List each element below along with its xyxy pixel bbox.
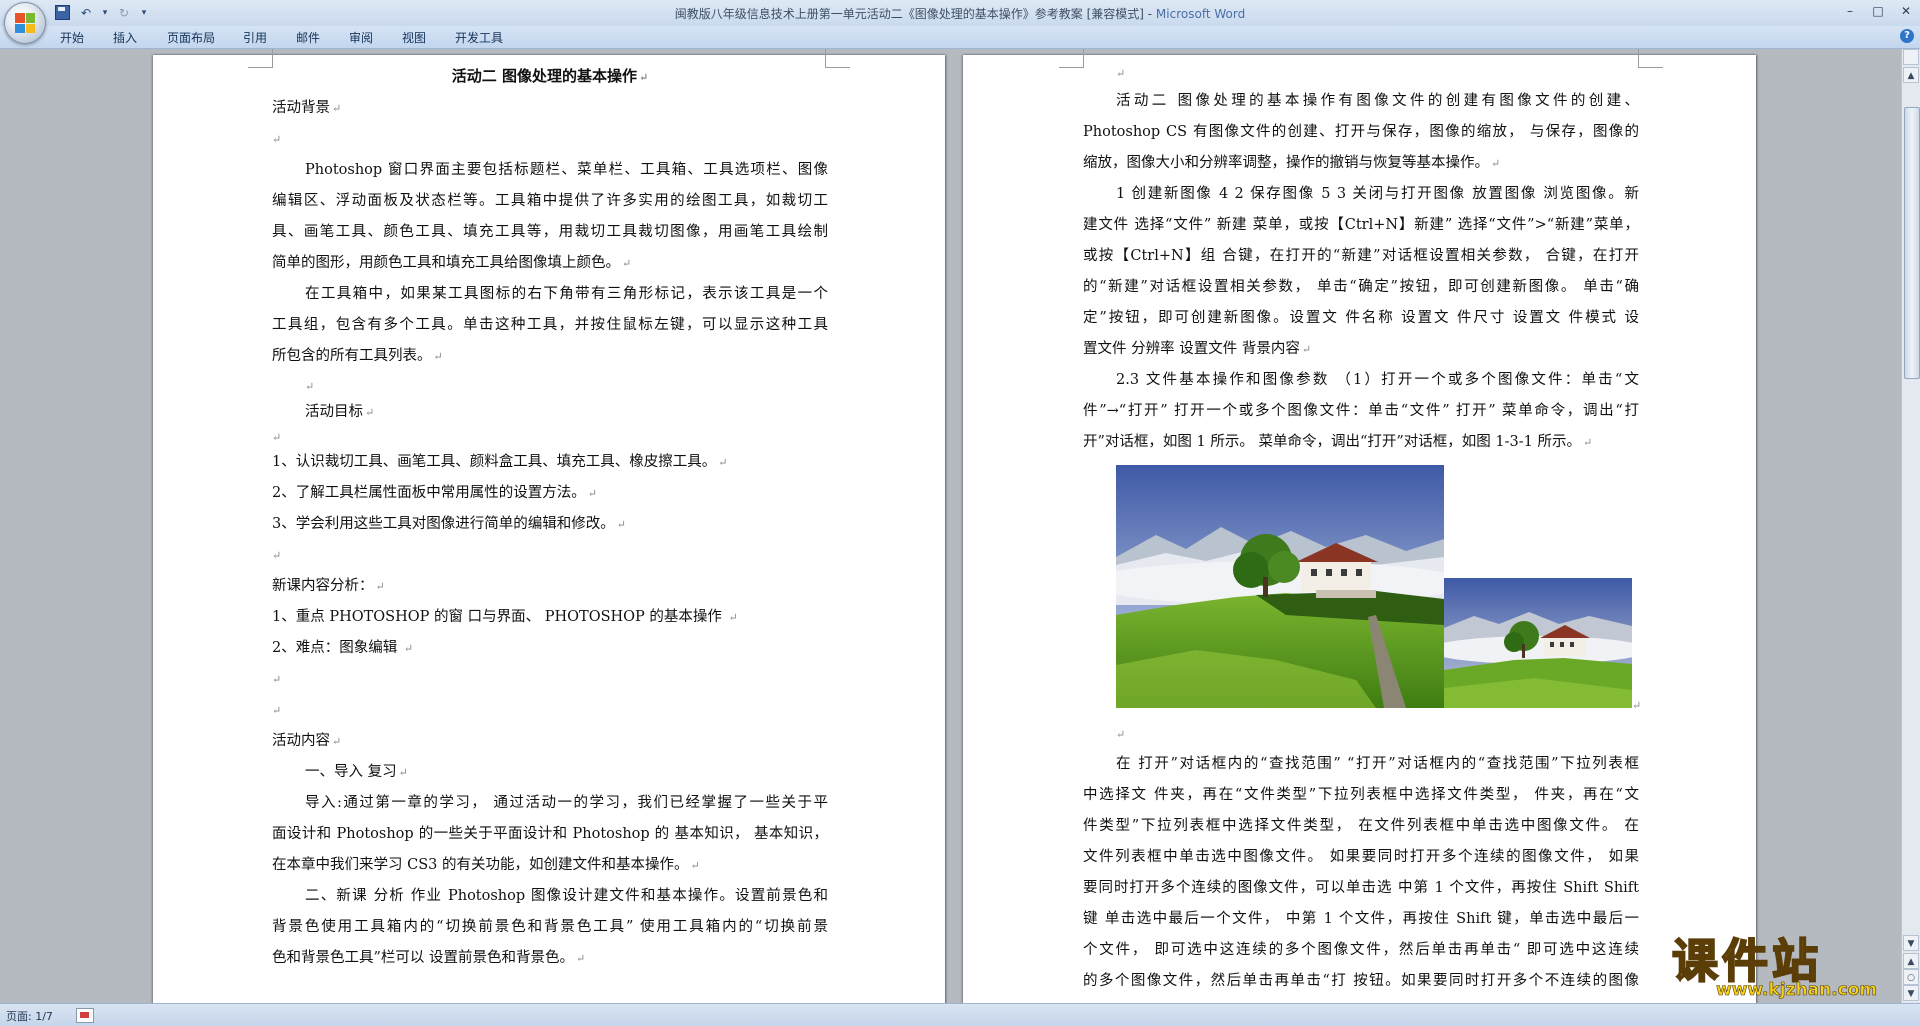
help-icon[interactable]: ? <box>1900 29 1914 43</box>
goal-item: 1、认识裁切工具、画笔工具、颜料盒工具、填充工具、橡皮擦工具。 ↵ <box>272 454 728 470</box>
text-line: 缩放，图像大小和分辨率调整，操作的撤销与恢复等基本操作。 ↵ <box>1083 155 1501 171</box>
text-line: Photoshop 窗口界面主要包括标题栏、菜单栏、工具箱、工具选项栏、图像 <box>305 162 828 178</box>
crop-mark <box>1059 49 1084 68</box>
tab-mailings[interactable]: 邮件 <box>296 29 320 46</box>
empty-paragraph: ↵ <box>1116 67 1126 80</box>
text-line: 或按【Ctrl+N】组 合键，在打开的“新建”对话框设置相关参数， 合键，在打开 <box>1083 248 1639 264</box>
select-browse-object-button[interactable]: ○ <box>1903 969 1919 985</box>
ribbon-tabs: 开始 插入 页面布局 引用 邮件 审阅 视图 开发工具 ? <box>0 26 1920 49</box>
crop-mark <box>248 49 273 68</box>
tab-review[interactable]: 审阅 <box>349 29 373 46</box>
text-line: 简单的图形，用颜色工具和填充工具给图像填上颜色。 ↵ <box>272 255 632 271</box>
heading-content: 活动内容 ↵ <box>272 733 342 749</box>
scroll-up-button[interactable]: ▲ <box>1903 67 1919 83</box>
text-line: 在 打开”对话框内的“查找范围” “打开”对话框内的“查找范围”下拉列表框 <box>1116 756 1639 772</box>
text-line: 定”按钮，即可创建新图像。设置文 件名称 设置文 件尺寸 设置文 件模式 设 <box>1083 310 1639 326</box>
document-heading: 活动二 图像处理的基本操作 ↵ <box>451 67 649 85</box>
empty-paragraph: ↵ <box>272 704 282 717</box>
text-line: 导入:通过第一章的学习， 通过活动一的学习，我们已经掌握了一些关于平 <box>305 795 828 811</box>
proofing-status-icon[interactable] <box>76 1008 94 1023</box>
tab-references[interactable]: 引用 <box>243 29 267 46</box>
tab-page-layout[interactable]: 页面布局 <box>167 29 215 46</box>
title-bar: ↶ ▾ ↻ ▾ 闽教版八年级信息技术上册第一单元活动二《图像处理的基本操作》参考… <box>0 0 1920 44</box>
empty-paragraph: ↵ <box>272 133 282 146</box>
section-heading: 一、导入 复习 ↵ <box>305 764 408 780</box>
empty-paragraph: ↵ <box>272 431 282 444</box>
text-line: 键 单击选中最后一个文件， 中第 1 个文件，再按住 Shift 键，单击选中最… <box>1083 911 1639 927</box>
window-controls: – □ ✕ <box>1836 0 1920 22</box>
tab-home[interactable]: 开始 <box>60 29 84 46</box>
minimize-button[interactable]: – <box>1836 0 1864 22</box>
text-line: 的多个图像文件，然后单击再单击“打 按钮。如果要同时打开多个不连续的图像 <box>1083 973 1639 989</box>
text-line: 在本章中我们来学习 CS3 的有关功能，如创建文件和基本操作。 ↵ <box>272 857 700 873</box>
office-button[interactable] <box>4 2 46 44</box>
text-line: 开”对话框，如图 1 所示。 菜单命令，调出“打开”对话框，如图 1-3-1 所… <box>1083 434 1593 450</box>
text-line: 的“新建”对话框设置相关参数， 单击“确定”按钮，即可创建新图像。 单击“确 <box>1083 279 1639 295</box>
text-line: 在工具箱中，如果某工具图标的右下角带有三角形标记，表示该工具是一个 <box>305 286 828 302</box>
empty-paragraph: ↵ <box>305 380 315 393</box>
close-button[interactable]: ✕ <box>1892 0 1920 22</box>
text-line: 背景色使用工具箱内的“切换前景色和背景色工具” 使用工具箱内的“切换前景 <box>272 919 828 935</box>
landscape-image-small[interactable] <box>1444 578 1632 708</box>
site-watermark-logo: 课件站 www.kjzhan.com <box>1671 925 1902 1003</box>
scroll-down-button[interactable]: ▼ <box>1903 935 1919 951</box>
text-line: 活动二 图像处理的基本操作有图像文件的创建有图像文件的创建、 <box>1116 93 1639 109</box>
text-line: 个文件， 即可选中这连续的多个图像文件，然后单击再单击“ 即可选中这连续 <box>1083 942 1639 958</box>
text-line: 二、新课 分析 作业 Photoshop 图像设计建文件和基本操作。设置前景色和 <box>305 888 828 904</box>
landscape-image-large[interactable] <box>1116 465 1444 708</box>
tab-developer[interactable]: 开发工具 <box>455 29 503 46</box>
text-line: 具、画笔工具、颜色工具、填充工具等，用裁切工具裁切图像，用画笔工具绘制 <box>272 224 828 240</box>
text-line: 工具组，包含有多个工具。单击这种工具，并按住鼠标左键，可以显示这种工具 <box>272 317 828 333</box>
goal-item: 2、了解工具栏属性面板中常用属性的设置方法。 ↵ <box>272 485 597 501</box>
text-line: 置文件 分辨率 设置文件 背景内容 ↵ <box>1083 341 1312 357</box>
text-line: 文件列表框中单击选中图像文件。 如果要同时打开多个连续的图像文件， 如果 <box>1083 849 1639 865</box>
goal-item: 3、学会利用这些工具对图像进行简单的编辑和修改。 ↵ <box>272 516 626 532</box>
document-page-2[interactable]: ↵ 活动二 图像处理的基本操作有图像文件的创建有图像文件的创建、 Photosh… <box>963 49 1756 1003</box>
text-line: 色和背景色工具”栏可以 设置前景色和背景色。 ↵ <box>272 950 586 966</box>
text-line: 面设计和 Photoshop 的一些关于平面设计和 Photoshop 的 基本… <box>272 826 828 842</box>
crop-mark <box>1638 49 1663 68</box>
status-bar: 页面: 1/7 <box>0 1003 1920 1026</box>
page-1-text: 活动二 图像处理的基本操作 ↵ 活动背景 ↵ ↵ Photoshop 窗口界面主要包… <box>272 61 828 974</box>
text-line: 所包含的所有工具列表。 ↵ <box>272 348 443 364</box>
maximize-button[interactable]: □ <box>1864 0 1892 22</box>
text-line: 要同时打开多个连续的图像文件，可以单击选 中第 1 个文件，再按住 Shift … <box>1083 880 1639 896</box>
ruler-toggle-icon[interactable] <box>1903 49 1919 65</box>
text-line: 2.3 文件基本操作和图像参数 （1）打开一个或多个图像文件：单击“文 <box>1116 372 1639 388</box>
heading-analysis: 新课内容分析： ↵ <box>272 578 385 594</box>
tab-insert[interactable]: 插入 <box>113 29 137 46</box>
text-line: 件类型”下拉列表框中选择文件类型， 在文件列表框中单击选中图像文件。 在 <box>1083 818 1639 834</box>
crop-mark <box>825 49 850 68</box>
document-page-1[interactable]: 活动二 图像处理的基本操作 ↵ 活动背景 ↵ ↵ Photoshop 窗口界面主要包… <box>153 49 945 1003</box>
document-workspace: 活动二 图像处理的基本操作 ↵ 活动背景 ↵ ↵ Photoshop 窗口界面主要包… <box>0 49 1902 1003</box>
analysis-item: 1、重点 PHOTOSHOP 的窗 口与界面、 PHOTOSHOP 的基本操作 … <box>272 609 738 625</box>
analysis-item: 2、难点：图象编辑 ↵ <box>272 640 414 656</box>
text-line: Photoshop CS 有图像文件的创建、打开与保存，图像的缩放， 与保存，图… <box>1083 124 1639 140</box>
empty-paragraph: ↵ <box>1116 728 1126 741</box>
next-page-button[interactable]: ▼ <box>1903 985 1919 1001</box>
vertical-scrollbar[interactable]: ▲ ▼ ▲ ○ ▼ <box>1901 49 1920 1003</box>
empty-paragraph: ↵ <box>272 673 282 686</box>
heading-background: 活动背景 ↵ <box>272 100 342 116</box>
page-2-text: ↵ 活动二 图像处理的基本操作有图像文件的创建有图像文件的创建、 Photosh… <box>1083 61 1642 997</box>
empty-paragraph: ↵ <box>272 549 282 562</box>
tab-view[interactable]: 视图 <box>402 29 426 46</box>
text-line: 件”→“打开” 打开一个或多个图像文件：单击“文件” 打开” 菜单命令，调出“打 <box>1083 403 1639 419</box>
text-line: 1 创建新图像 4 2 保存图像 5 3 关闭与打开图像 放置图像 浏览图像。新 <box>1116 186 1639 202</box>
heading-goal: 活动目标 ↵ <box>305 404 375 420</box>
app-name: Microsoft Word <box>1155 7 1246 21</box>
window-title: 闽教版八年级信息技术上册第一单元活动二《图像处理的基本操作》参考教案 [兼容模式… <box>0 5 1920 22</box>
text-line: 中选择文 件夹，再在“文件类型”下拉列表框中选择文件类型， 件夹，再在“文 <box>1083 787 1639 803</box>
text-line: 编辑区、浮动面板及状态栏等。工具箱中提供了许多实用的绘图工具，如裁切工 <box>272 193 828 209</box>
previous-page-button[interactable]: ▲ <box>1903 953 1919 969</box>
document-title: 闽教版八年级信息技术上册第一单元活动二《图像处理的基本操作》参考教案 [兼容模式… <box>674 7 1156 21</box>
scrollbar-thumb[interactable] <box>1904 107 1920 379</box>
page-count-status[interactable]: 页面: 1/7 <box>6 1008 53 1024</box>
paragraph-mark: ↵ <box>1632 699 1642 712</box>
figure-landscape[interactable]: ↵ <box>1116 458 1642 720</box>
office-logo-icon <box>15 13 35 33</box>
watermark-url: www.kjzhan.com <box>1716 980 1878 1001</box>
text-line: 建文件 选择“文件” 新建 菜单，或按【Ctrl+N】新建” 选择“文件”>“新… <box>1083 217 1639 233</box>
